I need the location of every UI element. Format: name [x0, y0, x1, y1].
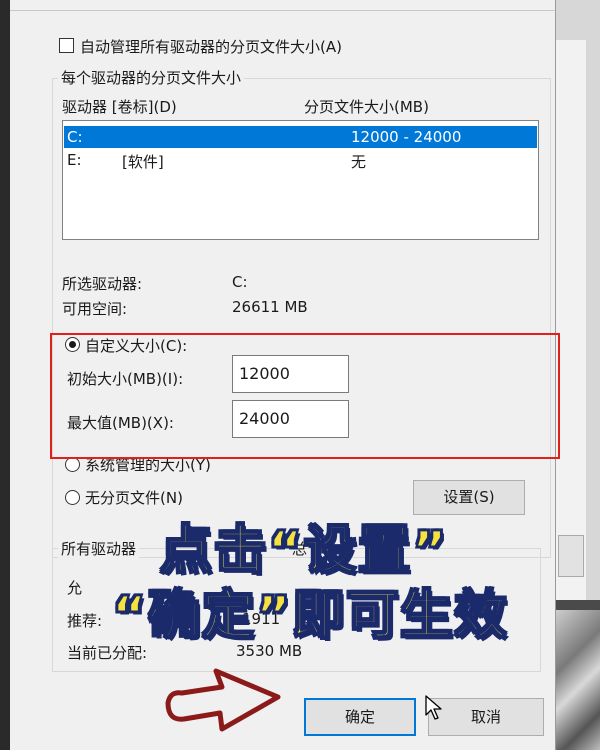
per-drive-legend: 每个驱动器的分页文件大小	[58, 67, 245, 88]
auto-manage-label: 自动管理所有驱动器的分页文件大小(A)	[80, 38, 342, 56]
background-window	[555, 0, 600, 750]
recommended-label: 推荐:	[67, 612, 103, 630]
background-left	[0, 0, 10, 750]
ok-button[interactable]: 确定	[304, 698, 416, 736]
drive-row-e[interactable]: E: [软件] 无	[64, 149, 537, 171]
mouse-cursor-icon	[425, 695, 442, 720]
arrow-icon	[165, 668, 281, 732]
background-photo	[555, 610, 600, 750]
selected-drive-label: 所选驱动器:	[62, 275, 143, 293]
column-header-size: 分页文件大小(MB)	[304, 98, 429, 116]
drive-letter: C:	[67, 128, 83, 146]
dialog-top-edge	[10, 10, 555, 11]
drive-volume-label: [软件]	[122, 153, 164, 171]
highlight-box	[50, 333, 560, 459]
background-button-fragment	[558, 535, 584, 577]
drive-list[interactable]: C: 12000 - 24000 E: [软件] 无	[62, 120, 539, 240]
column-header-drive: 驱动器 [卷标](D)	[62, 98, 177, 116]
system-managed-radio[interactable]	[65, 457, 80, 472]
free-space-label: 可用空间:	[62, 300, 128, 318]
overlay-caption-line1: 点击“设置”	[159, 520, 449, 582]
no-paging-file-label: 无分页文件(N)	[85, 489, 183, 507]
drive-pagefile-size: 无	[351, 153, 367, 171]
overlay-caption-line2: “确定”即可生效	[111, 585, 509, 647]
selected-drive-value: C:	[232, 273, 248, 291]
no-paging-file-radio[interactable]	[65, 490, 80, 505]
totals-legend: 所有驱动器	[58, 538, 140, 559]
drive-pagefile-size: 12000 - 24000	[351, 128, 462, 146]
background-panel-inner	[555, 40, 586, 600]
cancel-button[interactable]: 取消	[428, 698, 544, 736]
allowed-minimum-label: 允	[67, 579, 83, 597]
auto-manage-checkbox[interactable]	[59, 38, 74, 53]
drive-row-c[interactable]: C: 12000 - 24000	[64, 126, 537, 148]
free-space-value: 26611 MB	[232, 298, 308, 316]
drive-letter: E:	[67, 151, 82, 169]
